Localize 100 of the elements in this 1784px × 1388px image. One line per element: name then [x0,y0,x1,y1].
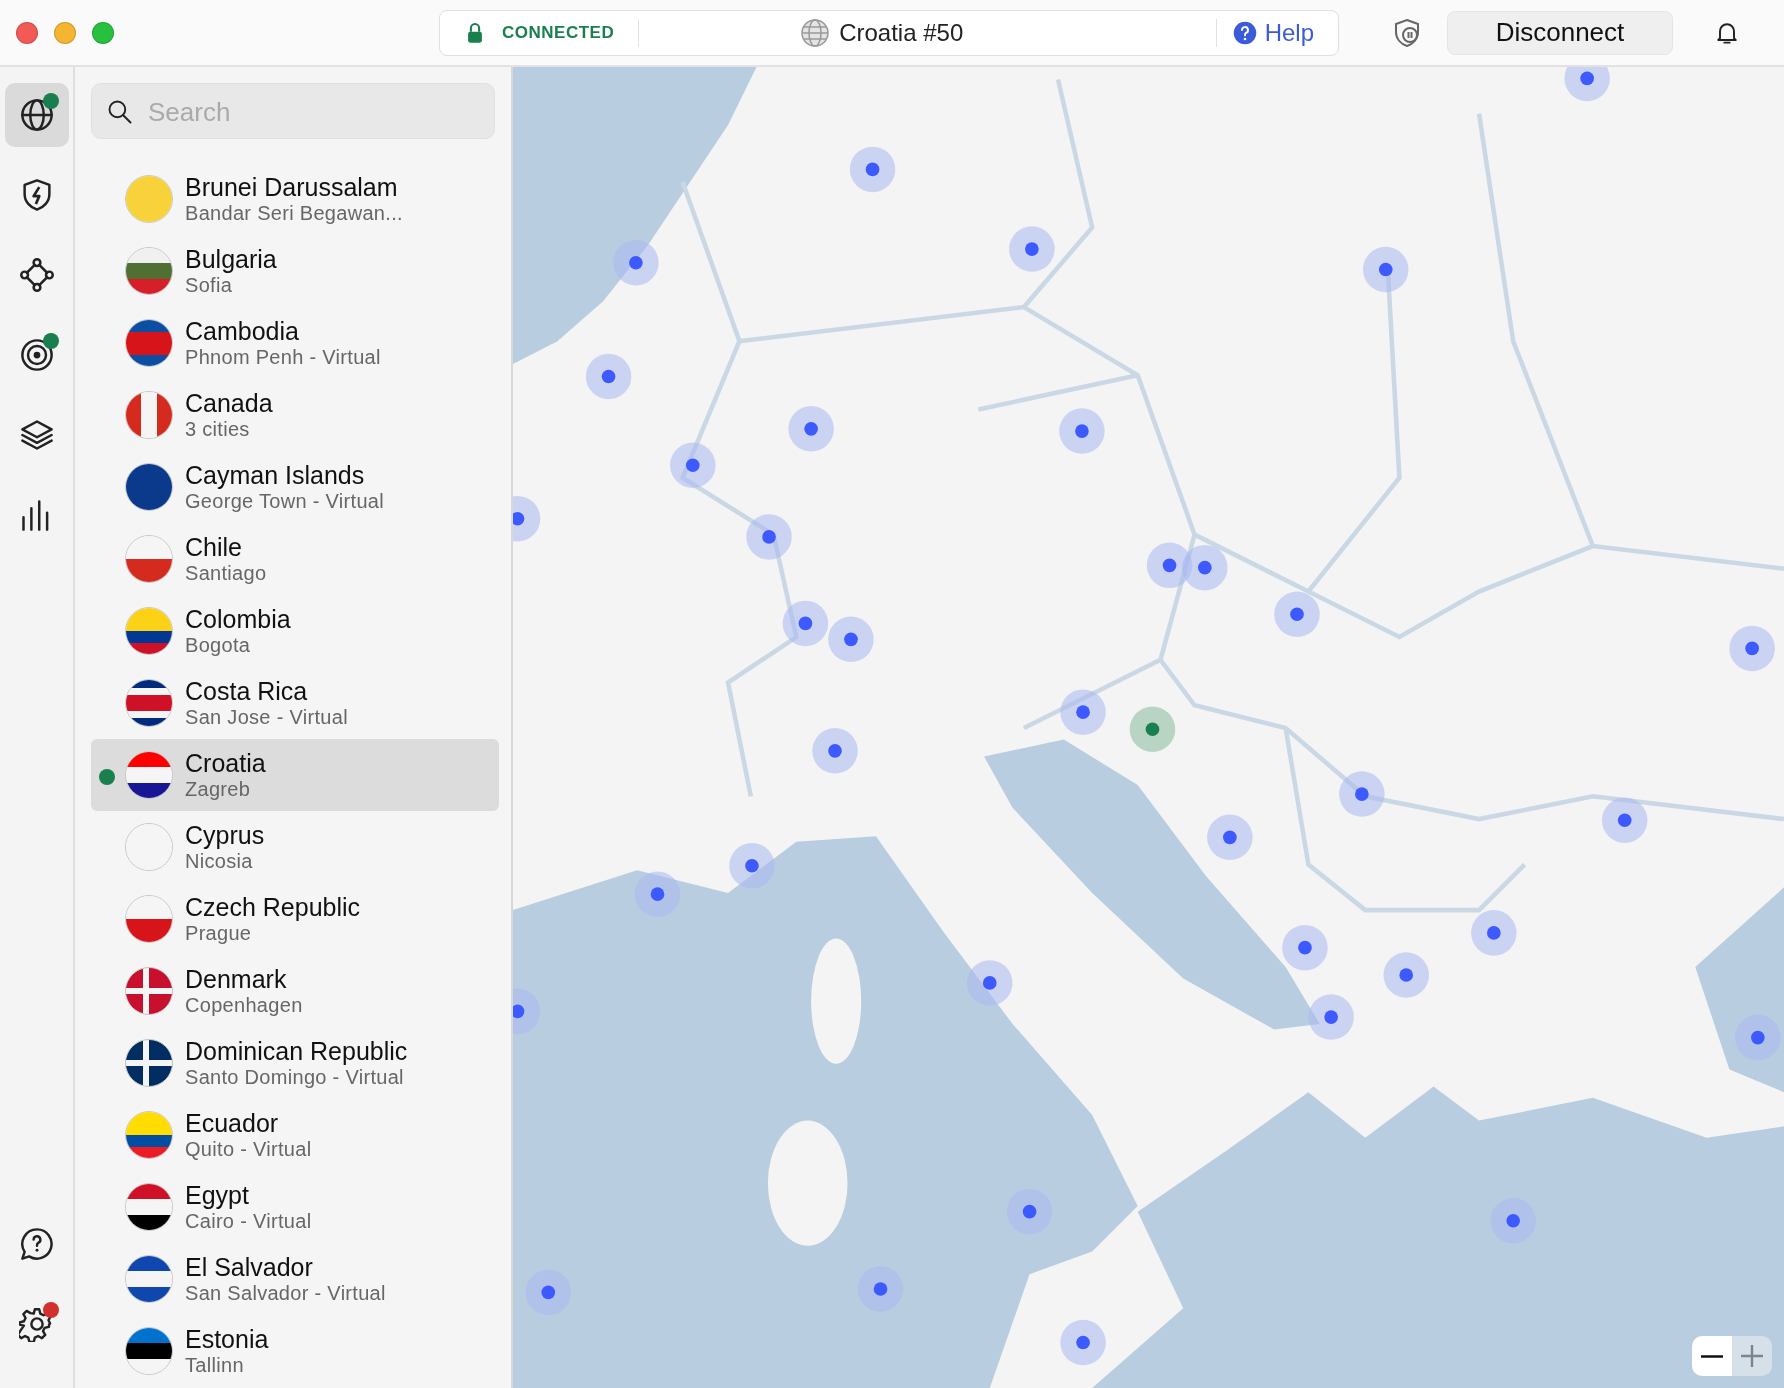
server-pin[interactable] [1339,771,1385,817]
flag-icon [125,1255,173,1303]
server-pin[interactable] [1490,1198,1536,1244]
server-pin[interactable] [1383,952,1429,998]
city-name: George Town - Virtual [185,489,384,513]
server-pin[interactable] [1274,591,1320,638]
server-pin[interactable] [782,600,829,647]
server-pin[interactable] [1308,994,1354,1040]
country-list-item[interactable]: Colombia Bogota [91,595,499,667]
server-pin[interactable] [1564,67,1610,102]
flag-icon [125,967,173,1015]
flag-icon [125,391,173,439]
country-name: Croatia [185,749,266,778]
server-pin[interactable] [1060,1319,1106,1366]
server-pin[interactable] [788,406,834,452]
country-list-item[interactable]: Croatia Zagreb [91,739,499,811]
layers-icon [18,417,55,453]
help-icon [1232,20,1257,45]
city-name: Sofia [185,273,234,297]
country-name: Chile [185,533,243,562]
connected-server-pin[interactable] [1129,706,1176,752]
country-list-item[interactable]: Denmark Copenhagen [91,955,499,1027]
flag-icon [125,1039,173,1087]
country-list-item[interactable]: Costa Rica San Jose - Virtual [91,667,499,739]
country-list-item[interactable]: Dominican Republic Santo Domingo - Virtual [91,1027,499,1099]
server-pin[interactable] [1735,1014,1781,1061]
server-pin[interactable] [1363,246,1409,293]
country-list-item[interactable]: Cayman Islands George Town - Virtual [91,451,499,523]
globe-icon [18,97,55,133]
plus-icon [1741,1345,1763,1367]
server-pin[interactable] [812,728,858,774]
city-name: Prague [185,921,253,945]
server-pin[interactable] [849,146,896,193]
server-pin[interactable] [1601,797,1648,843]
zoom-out-button[interactable] [1692,1336,1732,1376]
flag-icon [125,1327,173,1375]
country-list-item[interactable]: El Salvador San Salvador - Virtual [91,1243,499,1315]
server-pin[interactable] [828,616,874,663]
city-name: San Salvador - Virtual [185,1281,386,1305]
server-pin[interactable] [857,1266,904,1312]
server-pin[interactable] [1059,408,1105,454]
flag-icon [125,823,173,871]
flag-icon [125,607,173,655]
country-list-item[interactable]: Cyprus Nicosia [91,811,499,883]
country-name: Ecuador [185,1109,280,1138]
server-pin[interactable] [1060,689,1106,735]
server-pin[interactable] [1471,910,1517,956]
flag-icon [125,1111,173,1159]
country-name: Denmark [185,965,288,994]
flag-icon [125,535,173,583]
server-pin[interactable] [613,239,659,286]
country-name: Canada [185,389,273,418]
city-name: Santiago [185,561,267,585]
mesh-nodes-icon [18,257,55,293]
country-list-item[interactable]: Egypt Cairo - Virtual [91,1171,499,1243]
server-pin[interactable] [1009,226,1055,272]
server-pin[interactable] [1182,544,1228,591]
city-name: San Jose - Virtual [185,705,348,729]
search-field[interactable]: Search [92,84,494,140]
country-name: Colombia [185,605,291,634]
server-pin[interactable] [1207,814,1253,861]
server-pin[interactable] [525,1269,572,1316]
country-name: Egypt [185,1181,250,1210]
disconnect-button[interactable]: Disconnect [1447,10,1673,55]
city-name: Quito - Virtual [185,1137,312,1161]
server-pin[interactable] [1282,924,1328,971]
country-list-item[interactable]: Cambodia Phnom Penh - Virtual [91,307,499,379]
zoom-window-button[interactable] [92,21,114,44]
flag-icon [125,751,173,799]
server-pin[interactable] [634,871,681,917]
country-name: Costa Rica [185,677,309,706]
nav-globe-button[interactable] [4,83,69,147]
server-pin[interactable] [1729,625,1775,672]
country-name: Cayman Islands [185,461,366,490]
close-window-button[interactable] [16,21,38,44]
country-list-item[interactable]: Czech Republic Prague [91,883,499,955]
server-pin[interactable] [585,353,632,400]
country-name: Cambodia [185,317,300,346]
flag-icon [125,247,173,295]
city-name: Copenhagen [185,993,303,1017]
country-name: Dominican Republic [185,1037,408,1066]
city-name: Bogota [185,633,252,657]
server-pin[interactable] [513,988,541,1035]
country-list-item[interactable]: Chile Santiago [91,523,499,595]
country-list-item[interactable]: Bulgaria Sofia [91,235,499,307]
server-pin[interactable] [1006,1188,1053,1235]
server-pin[interactable] [513,495,541,542]
server-pin[interactable] [967,960,1013,1006]
country-list-item[interactable]: Brunei Darussalam Bandar Seri Begawan... [91,163,499,235]
country-list-item[interactable]: Ecuador Quito - Virtual [91,1099,499,1171]
country-list-item[interactable]: Canada 3 cities [91,379,499,451]
help-link[interactable]: Help [1232,14,1314,51]
server-pin[interactable] [729,843,775,889]
server-pin[interactable] [746,514,792,560]
country-name: Estonia [185,1325,269,1354]
country-name: Cyprus [185,821,265,850]
flag-icon [125,679,173,727]
country-list-item[interactable]: Estonia Tallinn [91,1315,499,1387]
flag-icon [125,175,173,223]
server-pin[interactable] [670,442,716,488]
